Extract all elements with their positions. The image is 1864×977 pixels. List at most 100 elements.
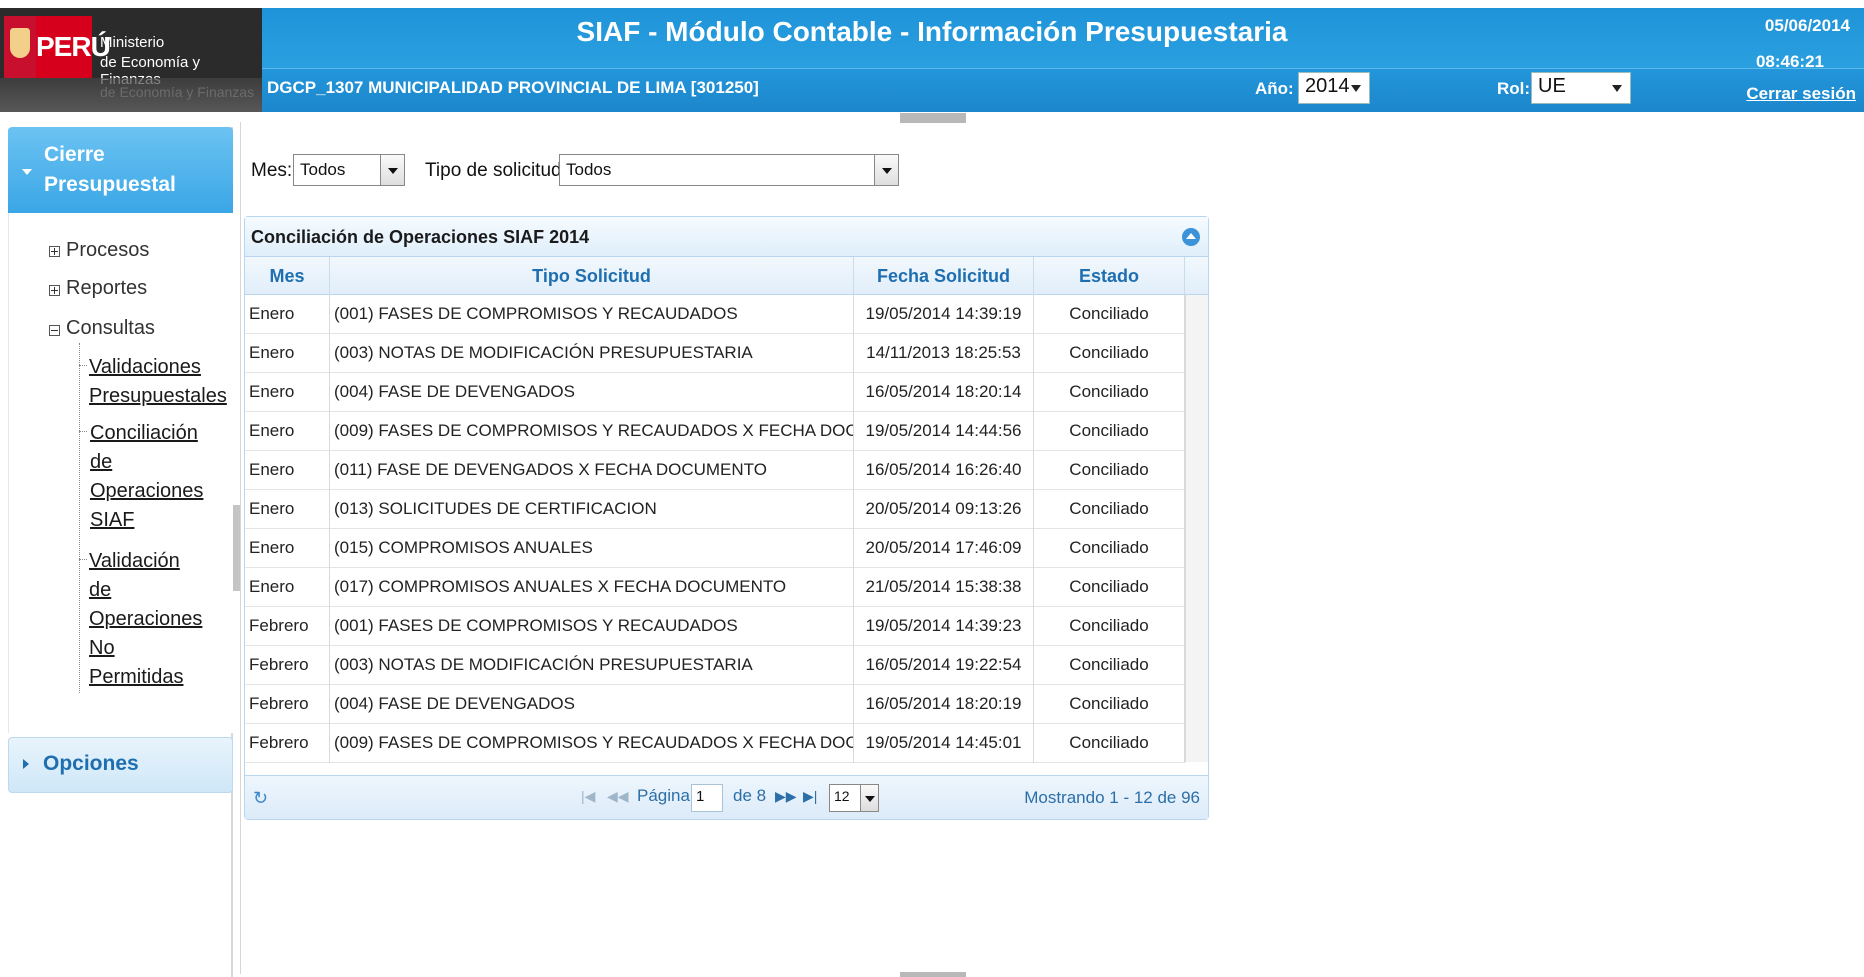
chevron-down-icon [22,169,32,175]
tree-node-procesos[interactable]: Procesos [66,239,149,262]
column-header-mes[interactable]: Mes [245,257,330,295]
chevron-down-icon[interactable] [380,155,404,185]
column-header-estado[interactable]: Estado [1034,257,1185,295]
accordion-cierre-presupuestal[interactable]: Cierre Presupuestal [8,127,233,213]
cell-mes: Enero [245,373,330,412]
cell-estado: Conciliado [1034,607,1185,646]
mes-select[interactable]: Todos [293,154,405,186]
page-total-label: de 8 [733,786,767,805]
table-row[interactable]: Febrero (001) FASES DE COMPROMISOS Y REC… [245,607,1185,646]
leaf-text: Validación [89,550,180,572]
leaf-text: Conciliación [90,422,198,444]
tree-connector [79,431,87,432]
table-row[interactable]: Enero (004) FASE DE DEVENGADOS 16/05/201… [245,373,1185,412]
cell-estado: Conciliado [1034,646,1185,685]
sidebar: Cierre Presupuestal Procesos Reportes Co… [8,127,233,977]
tipo-solicitud-select[interactable]: Todos [559,154,899,186]
grid-scrollbar[interactable] [1185,295,1208,762]
cell-mes: Enero [245,490,330,529]
cell-estado: Conciliado [1034,685,1185,724]
table-row[interactable]: Febrero (004) FASE DE DEVENGADOS 16/05/2… [245,685,1185,724]
tree-connector [79,559,87,560]
cell-fecha: 19/05/2014 14:44:56 [854,412,1034,451]
chevron-down-icon [1351,85,1361,92]
collapse-icon[interactable] [1182,228,1200,246]
leaf-text: de [89,579,112,601]
cell-fecha: 16/05/2014 18:20:14 [854,373,1034,412]
main-panel: Mes: Todos Tipo de solicitud: Todos Conc… [240,122,1864,974]
grid-header: Mes Tipo Solicitud Fecha Solicitud Estad… [245,257,1208,295]
app-header: PERÚ Ministerio de Economía y Finanzas d… [0,0,1864,113]
expand-icon[interactable] [49,285,60,296]
tree-leaf-validaciones-presupuestales[interactable]: Validaciones Presupuestales [89,353,227,411]
next-page-icon[interactable]: ▶▶ [775,788,797,805]
page-size-select[interactable]: 12 [829,784,879,812]
table-row[interactable]: Enero (017) COMPROMISOS ANUALES X FECHA … [245,568,1185,607]
mes-select-value: Todos [300,160,346,179]
tree-node-reportes[interactable]: Reportes [66,277,147,300]
leaf-text: de [90,451,113,473]
conciliacion-grid: Conciliación de Operaciones SIAF 2014 Me… [244,216,1209,820]
cell-mes: Febrero [245,646,330,685]
leaf-text: Presupuestales [89,385,227,407]
accordion-opciones[interactable]: Opciones [8,737,233,793]
logout-link[interactable]: Cerrar sesión [1746,84,1856,104]
page-number-input[interactable]: 1 [691,784,723,812]
header-time: 08:46:21 [1755,52,1824,71]
chevron-right-icon [23,759,29,769]
cell-fecha: 16/05/2014 16:26:40 [854,451,1034,490]
table-row[interactable]: Enero (003) NOTAS DE MODIFICACIÓN PRESUP… [245,334,1185,373]
accordion-title-line1: Cierre [44,143,105,166]
collapse-tree-icon[interactable] [49,325,60,336]
cell-estado: Conciliado [1034,529,1185,568]
chevron-down-icon[interactable] [860,785,878,811]
cell-tipo: (004) FASE DE DEVENGADOS [330,373,854,412]
cell-fecha: 20/05/2014 17:46:09 [854,529,1034,568]
cell-estado: Conciliado [1034,490,1185,529]
table-row[interactable]: Enero (015) COMPROMISOS ANUALES 20/05/20… [245,529,1185,568]
cell-mes: Enero [245,451,330,490]
tree-node-consultas[interactable]: Consultas [66,317,155,340]
cell-tipo: (001) FASES DE COMPROMISOS Y RECAUDADOS [330,607,854,646]
chevron-down-icon[interactable] [874,155,898,185]
chevron-down-icon [1612,85,1622,92]
ministry-logo: PERÚ Ministerio de Economía y Finanzas d… [0,8,262,112]
sidebar-splitter-handle[interactable] [233,505,240,591]
cell-tipo: (003) NOTAS DE MODIFICACIÓN PRESUPUESTAR… [330,334,854,373]
cell-tipo: (001) FASES DE COMPROMISOS Y RECAUDADOS [330,295,854,334]
cell-tipo: (009) FASES DE COMPROMISOS Y RECAUDADOS … [330,412,854,451]
mes-label: Mes: [251,160,293,181]
table-row[interactable]: Enero (009) FASES DE COMPROMISOS Y RECAU… [245,412,1185,451]
refresh-icon[interactable]: ↻ [253,788,268,809]
cell-tipo: (011) FASE DE DEVENGADOS X FECHA DOCUMEN… [330,451,854,490]
grid-title-bar: Conciliación de Operaciones SIAF 2014 [245,217,1208,257]
page-label: Página [637,786,690,805]
table-row[interactable]: Febrero (009) FASES DE COMPROMISOS Y REC… [245,724,1185,763]
cell-mes: Enero [245,334,330,373]
tree-leaf-conciliacion-operaciones-siaf[interactable]: Conciliación de Operaciones SIAF [89,419,204,535]
prev-page-icon[interactable]: ◀◀ [607,788,629,805]
role-label: Rol: [1497,79,1531,98]
cell-estado: Conciliado [1034,451,1185,490]
expand-icon[interactable] [49,246,60,257]
year-label: Año: [1255,79,1294,98]
cell-tipo: (009) FASES DE COMPROMISOS Y RECAUDADOS … [330,724,854,763]
tree-leaf-validacion-operaciones-no-permitidas[interactable]: Validación de Operaciones No Permitidas [89,547,202,692]
table-row[interactable]: Enero (011) FASE DE DEVENGADOS X FECHA D… [245,451,1185,490]
cell-fecha: 16/05/2014 19:22:54 [854,646,1034,685]
cell-estado: Conciliado [1034,373,1185,412]
leaf-text: Operaciones [89,608,203,630]
table-row[interactable]: Enero (001) FASES DE COMPROMISOS Y RECAU… [245,295,1185,334]
role-select[interactable]: UE [1531,72,1631,104]
cell-tipo: (003) NOTAS DE MODIFICACIÓN PRESUPUESTAR… [330,646,854,685]
last-page-icon[interactable]: ▶| [803,788,817,805]
first-page-icon[interactable]: |◀ [581,788,595,805]
tree-connector [79,365,87,366]
year-select[interactable]: 2014 [1298,72,1370,104]
cell-mes: Febrero [245,685,330,724]
column-header-tipo-solicitud[interactable]: Tipo Solicitud [330,257,854,295]
column-header-fecha-solicitud[interactable]: Fecha Solicitud [854,257,1034,295]
records-summary: Mostrando 1 - 12 de 96 [1024,788,1200,807]
table-row[interactable]: Enero (013) SOLICITUDES DE CERTIFICACION… [245,490,1185,529]
table-row[interactable]: Febrero (003) NOTAS DE MODIFICACIÓN PRES… [245,646,1185,685]
